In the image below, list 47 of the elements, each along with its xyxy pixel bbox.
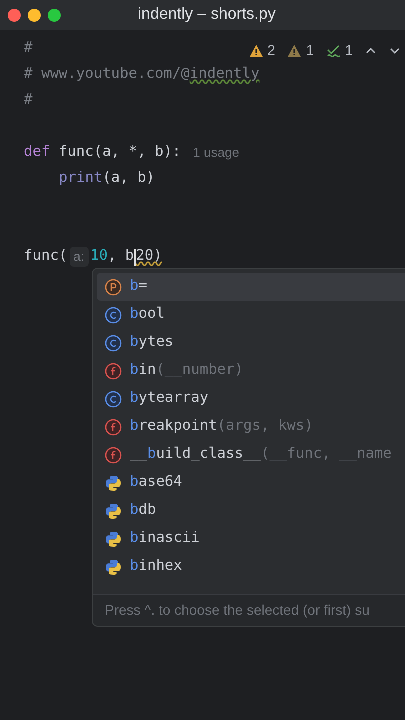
code-text: , b bbox=[108, 247, 134, 266]
code-comment: # www.youtube.com/@ bbox=[24, 65, 190, 84]
completion-item[interactable]: bool bbox=[97, 301, 405, 329]
code-text: func(a, *, b): bbox=[58, 143, 182, 162]
code-text: 20) bbox=[136, 247, 162, 266]
completion-item[interactable]: __build_class__(__func, __name bbox=[97, 441, 405, 469]
code-number: 10 bbox=[90, 247, 108, 266]
close-button[interactable] bbox=[8, 8, 21, 22]
code-comment: # bbox=[24, 91, 33, 110]
inspection-count: 1 bbox=[306, 41, 314, 60]
code-builtin: print bbox=[59, 169, 103, 188]
class-icon bbox=[105, 334, 122, 352]
completion-item[interactable]: bytes bbox=[97, 329, 405, 357]
parameter-hint: a: bbox=[70, 247, 88, 267]
completion-item[interactable]: b reakpoint(args, kws) bbox=[97, 413, 405, 441]
completion-item[interactable]: bdb bbox=[97, 497, 405, 525]
check-icon bbox=[326, 44, 342, 58]
code-text: (a, b) bbox=[102, 169, 156, 188]
code-comment: # bbox=[24, 39, 33, 58]
class-icon bbox=[105, 390, 122, 408]
code-text: func( bbox=[24, 247, 68, 266]
function-icon bbox=[105, 362, 122, 380]
zoom-button[interactable] bbox=[48, 8, 61, 22]
python-icon bbox=[105, 474, 122, 492]
inspection-count: 2 bbox=[268, 41, 276, 60]
code-keyword: def bbox=[24, 143, 50, 162]
python-icon bbox=[105, 558, 122, 576]
python-icon bbox=[105, 502, 122, 520]
class-icon bbox=[105, 306, 122, 324]
python-icon bbox=[105, 530, 122, 548]
completion-item[interactable]: base64 bbox=[97, 469, 405, 497]
inspection-count: 1 bbox=[345, 41, 353, 60]
warning-icon bbox=[248, 44, 264, 58]
parameter-icon bbox=[105, 278, 122, 296]
hint-text: Press ^. to choose the selected (or first) su bbox=[105, 601, 370, 620]
completion-item[interactable]: b= bbox=[97, 273, 405, 301]
minimize-button[interactable] bbox=[28, 8, 41, 22]
code-comment: indently bbox=[190, 65, 260, 84]
completion-item[interactable]: binascii bbox=[97, 525, 405, 553]
function-icon bbox=[105, 418, 122, 436]
text-caret bbox=[134, 248, 136, 266]
window-title: indently – shorts.py bbox=[138, 5, 276, 25]
completion-item[interactable]: bytearray bbox=[97, 385, 405, 413]
warning-icon bbox=[287, 44, 302, 58]
completion-item[interactable]: binhex bbox=[97, 553, 405, 581]
completion-item[interactable]: bin(__number) bbox=[97, 357, 405, 385]
function-icon bbox=[105, 446, 122, 464]
